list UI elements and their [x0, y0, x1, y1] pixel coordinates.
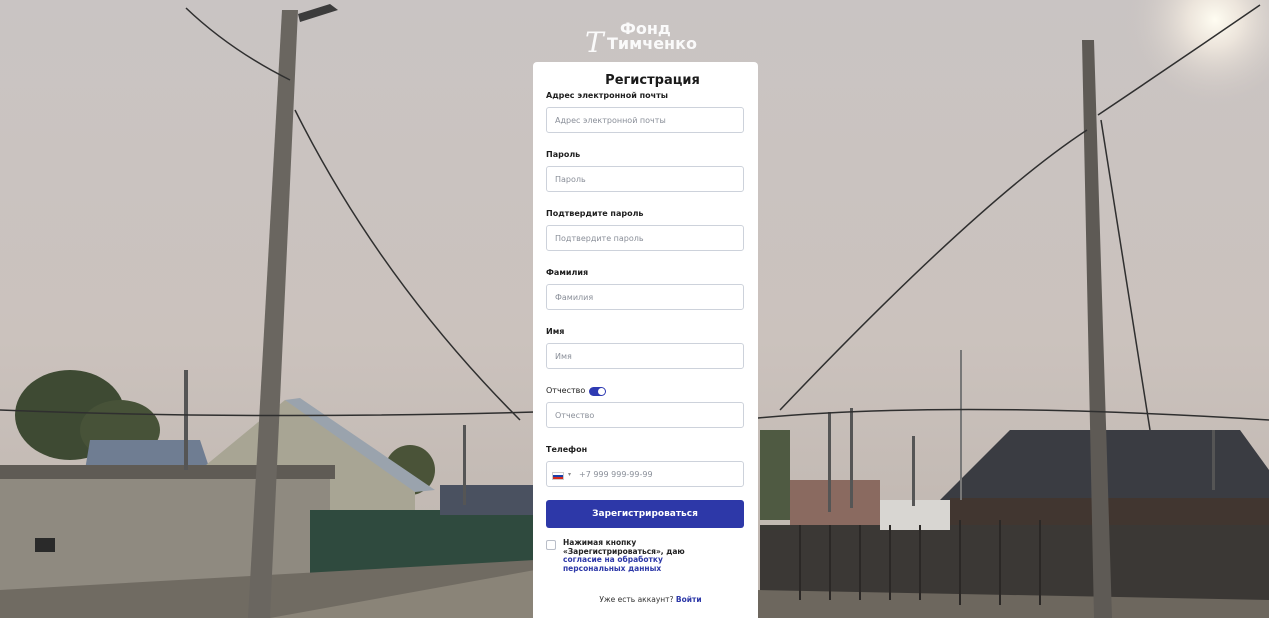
password-input[interactable]	[546, 166, 744, 192]
email-group: Адрес электронной почты	[546, 90, 745, 133]
login-link[interactable]: Войти	[676, 595, 702, 604]
phone-input[interactable]	[546, 461, 744, 487]
register-button[interactable]: Зарегистрироваться	[546, 500, 744, 528]
confirm-password-label: Подтвердите пароль	[546, 209, 644, 218]
last-name-input[interactable]	[546, 284, 744, 310]
brand-logo: Т Фонд Тимченко	[585, 19, 715, 59]
phone-group: Телефон ▾	[546, 444, 745, 487]
page-title: Регистрация	[605, 73, 700, 88]
logo-monogram: Т	[585, 26, 604, 59]
chevron-down-icon[interactable]: ▾	[568, 471, 571, 478]
russia-flag-icon[interactable]	[552, 472, 564, 480]
consent-row: Нажимая кнопку «Зарегистрироваться», даю…	[546, 538, 745, 573]
first-name-label: Имя	[546, 327, 565, 336]
consent-text: Нажимая кнопку «Зарегистрироваться», даю…	[563, 538, 713, 573]
patronymic-group: Отчество	[546, 385, 745, 428]
phone-label: Телефон	[546, 445, 588, 454]
phone-field: ▾	[546, 461, 745, 487]
consent-checkbox[interactable]	[546, 540, 556, 550]
login-prompt: Уже есть аккаунт?	[599, 595, 674, 604]
confirm-password-input[interactable]	[546, 225, 744, 251]
last-name-label: Фамилия	[546, 268, 589, 277]
last-name-group: Фамилия	[546, 267, 745, 310]
patronymic-toggle[interactable]	[589, 386, 607, 396]
confirm-password-group: Подтвердите пароль	[546, 208, 745, 251]
patronymic-label: Отчество	[546, 386, 586, 395]
consent-link[interactable]: согласие на обработку персональных данны…	[563, 555, 663, 573]
patronymic-toggle-row: Отчество	[546, 385, 745, 397]
login-row: Уже есть аккаунт? Войти	[556, 595, 745, 604]
email-label: Адрес электронной почты	[546, 91, 668, 100]
password-label: Пароль	[546, 150, 581, 159]
first-name-input[interactable]	[546, 343, 744, 369]
email-input[interactable]	[546, 107, 744, 133]
logo-bottom-text: Тимченко	[607, 34, 697, 53]
first-name-group: Имя	[546, 326, 745, 369]
password-group: Пароль	[546, 149, 745, 192]
consent-statement: Нажимая кнопку «Зарегистрироваться», даю	[563, 538, 685, 556]
registration-card: Регистрация Адрес электронной почты Паро…	[533, 62, 758, 618]
toggle-knob	[598, 387, 606, 395]
patronymic-input[interactable]	[546, 402, 744, 428]
